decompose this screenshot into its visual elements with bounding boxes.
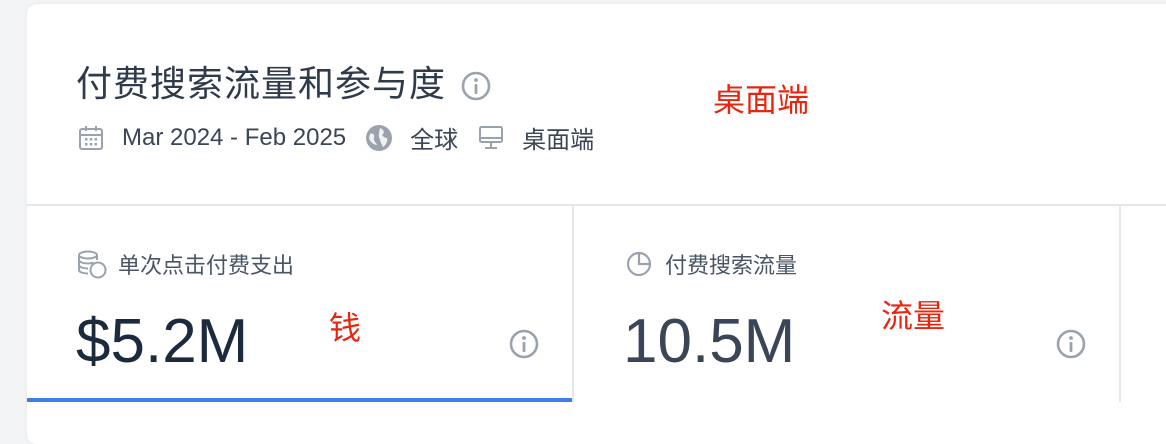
- paid-search-card: 付费搜索流量和参与度 桌面端 Mar 2024 - Feb 2025 全球 桌面…: [27, 4, 1166, 444]
- metric-label-row: 付费搜索流量: [623, 248, 797, 280]
- globe-icon: [364, 123, 394, 153]
- active-tab-indicator: [27, 398, 572, 402]
- region[interactable]: 全球: [410, 120, 458, 155]
- metric-tile-ppc-spend[interactable]: 单次点击付费支出 $5.2M 钱: [27, 206, 572, 402]
- info-icon[interactable]: [1055, 328, 1087, 360]
- info-icon[interactable]: [460, 70, 492, 102]
- filter-meta-row: Mar 2024 - Feb 2025 全球 桌面端: [76, 120, 594, 155]
- info-icon[interactable]: [508, 328, 540, 360]
- metric-tile-paid-traffic[interactable]: 付费搜索流量 10.5M 流量: [574, 206, 1119, 402]
- device[interactable]: 桌面端: [522, 120, 594, 155]
- title-row: 付费搜索流量和参与度: [76, 62, 492, 106]
- metric-label: 单次点击付费支出: [118, 253, 295, 278]
- metric-label-row: 单次点击付费支出: [76, 248, 294, 280]
- date-range[interactable]: Mar 2024 - Feb 2025: [122, 124, 346, 152]
- annotation-money: 钱: [329, 310, 362, 346]
- pie-chart-icon: [623, 248, 655, 280]
- coins-icon: [76, 248, 108, 280]
- annotation-device: 桌面端: [713, 82, 810, 118]
- metric-label: 付费搜索流量: [665, 253, 798, 278]
- divider: [1119, 206, 1121, 402]
- metric-value: $5.2M: [76, 307, 249, 376]
- metric-value: 10.5M: [623, 307, 796, 376]
- page-title: 付费搜索流量和参与度: [76, 63, 447, 104]
- calendar-icon: [76, 123, 106, 153]
- annotation-traffic: 流量: [881, 298, 946, 334]
- desktop-icon: [476, 123, 506, 153]
